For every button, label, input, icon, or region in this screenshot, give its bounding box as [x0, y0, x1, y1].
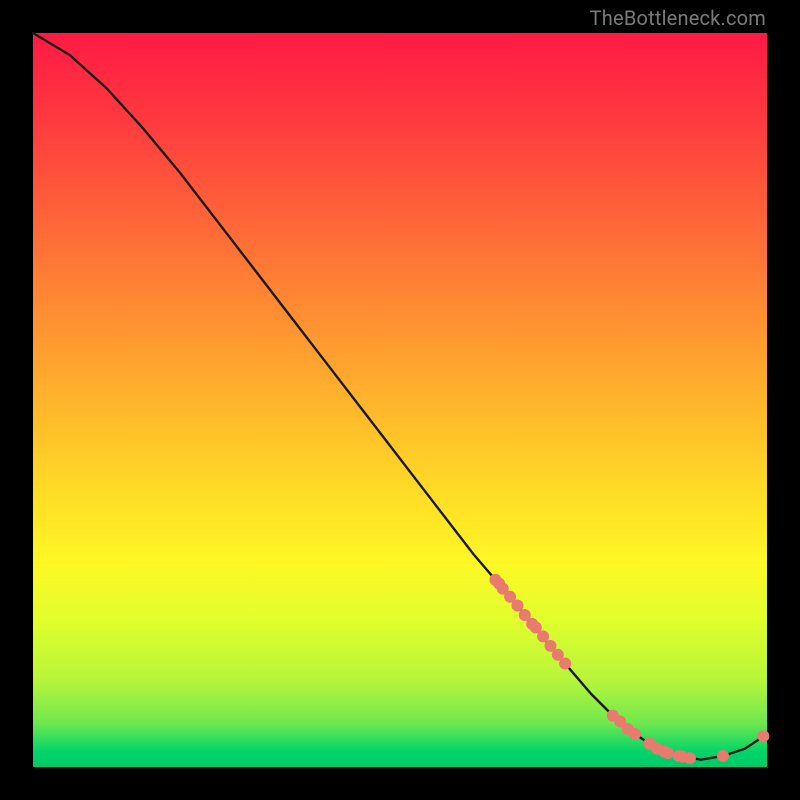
plot-area [33, 33, 767, 767]
scatter-dot [662, 747, 674, 759]
watermark-label: TheBottleneck.com [590, 6, 766, 30]
chart-svg [33, 33, 767, 767]
scatter-dots [489, 574, 769, 764]
scatter-dot [717, 750, 729, 762]
scatter-dot [629, 728, 641, 740]
scatter-dot [537, 630, 549, 642]
scatter-dot [684, 752, 696, 764]
scatter-dot [511, 600, 523, 612]
chart-frame: TheBottleneck.com [0, 0, 800, 800]
curve-line [33, 33, 767, 760]
scatter-dot [559, 658, 571, 670]
scatter-dot [757, 730, 769, 742]
